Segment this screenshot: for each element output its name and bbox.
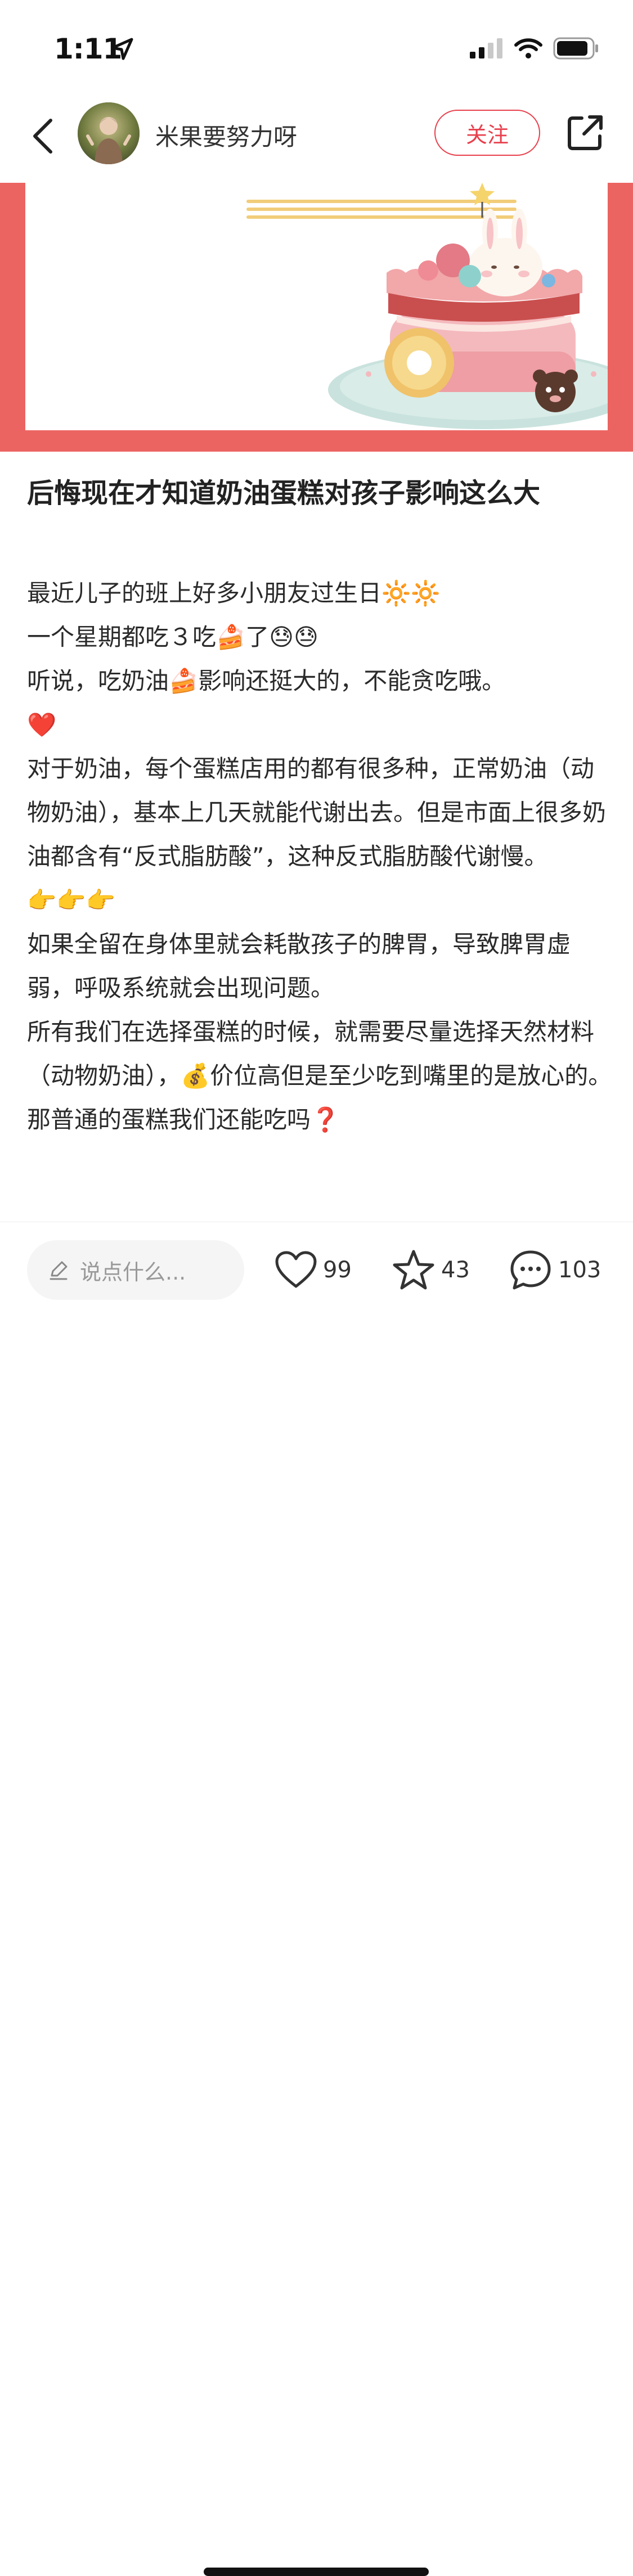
post-line: 一个星期都吃３吃🍰了😓😓 <box>27 623 318 651</box>
follow-button[interactable]: 关注 <box>434 110 540 156</box>
bottom-action-bar: 说点什么... 99 43 103 <box>0 1222 633 2576</box>
comment-input[interactable]: 说点什么... <box>27 1240 244 1300</box>
status-indicators <box>470 37 599 60</box>
author-name[interactable]: 米果要努力呀 <box>155 118 297 152</box>
avatar-image <box>78 102 140 164</box>
share-icon <box>568 115 603 150</box>
share-button[interactable] <box>565 112 605 153</box>
post-line: 如果全留在身体里就会耗散孩子的脾胃，导致脾胃虚弱，呼吸系统就会出现问题。 <box>27 930 571 1002</box>
post-image-canvas <box>25 183 608 430</box>
wifi-icon <box>514 38 542 58</box>
post-body: 最近儿子的班上好多小朋友过生日🔆🔆 一个星期都吃３吃🍰了😓😓 听说，吃奶油🍰影响… <box>27 571 612 1224</box>
post-header: 米果要努力呀 关注 <box>0 96 633 180</box>
comment-placeholder: 说点什么... <box>80 1259 186 1285</box>
post-line: 所有我们在选择蛋糕的时候，就需要尽量选择天然材料（动物奶油），💰价位高但是至少吃… <box>27 1018 612 1089</box>
location-arrow-icon <box>111 38 133 60</box>
post-line: 那普通的蛋糕我们还能吃吗❓ <box>27 1106 340 1133</box>
cake-illustration <box>246 183 608 429</box>
post-line: 👉👉👉 <box>27 886 115 914</box>
post-line: 听说，吃奶油🍰影响还挺大的，不能贪吃哦。 <box>27 667 506 695</box>
comment-button[interactable]: 103 <box>509 1245 601 1295</box>
favorite-button[interactable]: 43 <box>392 1245 470 1295</box>
pen-icon <box>47 1259 70 1281</box>
battery-icon <box>553 37 598 60</box>
post-image[interactable] <box>0 183 633 452</box>
post-line: 最近儿子的班上好多小朋友过生日🔆🔆 <box>27 579 441 607</box>
cellular-signal-icon <box>470 38 502 58</box>
star-icon <box>393 1250 434 1290</box>
heart-icon <box>275 1251 317 1288</box>
author-avatar[interactable] <box>78 102 140 164</box>
status-bar: 1:11 <box>0 0 633 84</box>
comment-bubble-icon <box>510 1250 551 1290</box>
back-button[interactable] <box>25 114 61 159</box>
favorite-count: 43 <box>441 1257 470 1283</box>
home-indicator <box>204 2568 429 2576</box>
post-line: ❤️ <box>27 711 57 738</box>
comment-count: 103 <box>558 1257 601 1283</box>
like-button[interactable]: 99 <box>275 1245 352 1295</box>
like-count: 99 <box>323 1257 352 1283</box>
post-title: 后悔现在才知道奶油蛋糕对孩子影响这么大 <box>27 478 541 509</box>
post-line: 对于奶油，每个蛋糕店用的都有很多种，正常奶油（动物奶油），基本上几天就能代谢出去… <box>27 755 607 870</box>
chevron-left-icon <box>33 119 52 154</box>
